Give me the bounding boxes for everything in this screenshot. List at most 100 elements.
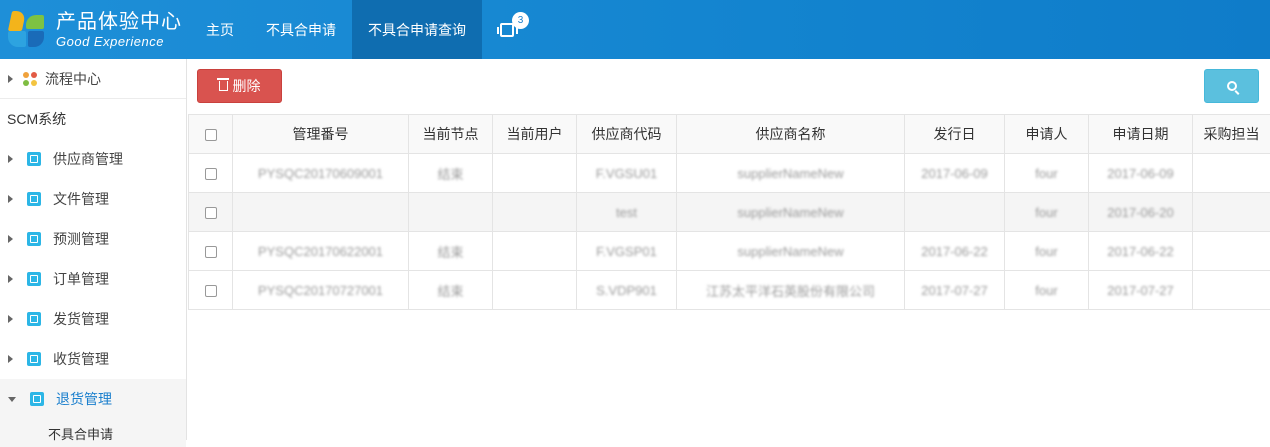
- nav-nonconformance-query[interactable]: 不具合申请查询: [352, 0, 482, 59]
- row-checkbox[interactable]: [205, 207, 217, 219]
- table-cell: PYSQC20170609001: [233, 154, 409, 193]
- table-cell: four: [1005, 271, 1089, 310]
- caret-right-icon: [8, 355, 13, 363]
- flow-center-icon: [23, 72, 37, 86]
- row-checkbox[interactable]: [205, 246, 217, 258]
- brand[interactable]: 产品体验中心 Good Experience: [0, 0, 190, 59]
- nav-home[interactable]: 主页: [190, 0, 250, 59]
- sidebar-item-label: 收货管理: [53, 349, 109, 369]
- main-content: 删除 管理番号 当前节点 当前用户 供应商代码 供应商名称 发行日 申请人 申请…: [188, 59, 1270, 440]
- caret-right-icon: [8, 75, 13, 83]
- brand-subtitle: Good Experience: [56, 35, 182, 48]
- table-cell: 江苏太平洋石英股份有限公司: [677, 271, 905, 310]
- caret-right-icon: [8, 155, 13, 163]
- table-cell: 结束: [409, 154, 493, 193]
- table-cell: 2017-06-09: [1089, 154, 1193, 193]
- sidebar-item-label: 供应商管理: [53, 149, 123, 169]
- table-cell: PYSQC20170622001: [233, 232, 409, 271]
- select-all-cell[interactable]: [189, 115, 233, 154]
- table-cell: 2017-07-27: [1089, 271, 1193, 310]
- row-checkbox[interactable]: [205, 168, 217, 180]
- sidebar: 流程中心 SCM系统 供应商管理 文件管理 预测管理 订单管理 发货管理 收货管…: [0, 59, 187, 440]
- row-select-cell[interactable]: [189, 193, 233, 232]
- row-checkbox[interactable]: [205, 285, 217, 297]
- caret-right-icon: [8, 275, 13, 283]
- column-header[interactable]: 发行日: [905, 115, 1005, 154]
- caret-down-icon: [8, 397, 16, 402]
- table-cell: 2017-06-09: [905, 154, 1005, 193]
- table-cell: [1193, 271, 1270, 310]
- column-header[interactable]: 申请日期: [1089, 115, 1193, 154]
- row-select-cell[interactable]: [189, 271, 233, 310]
- select-all-checkbox[interactable]: [205, 129, 217, 141]
- row-select-cell[interactable]: [189, 154, 233, 193]
- trash-icon: [219, 81, 228, 91]
- table-cell: [1193, 232, 1270, 271]
- records-table: 管理番号 当前节点 当前用户 供应商代码 供应商名称 发行日 申请人 申请日期 …: [188, 114, 1270, 310]
- nav-nonconformance-apply[interactable]: 不具合申请: [250, 0, 352, 59]
- table-cell: S.VDP901: [577, 271, 677, 310]
- table-cell: [409, 193, 493, 232]
- sidebar-subitem-nonconformance-apply[interactable]: 不具合申请: [0, 419, 186, 447]
- sidebar-item-label: 流程中心: [45, 69, 101, 89]
- sidebar-section-title: SCM系统: [0, 99, 186, 139]
- messages-button[interactable]: 3: [482, 0, 532, 59]
- table-cell: 2017-07-27: [905, 271, 1005, 310]
- row-select-cell[interactable]: [189, 232, 233, 271]
- messages-badge: 3: [512, 12, 529, 29]
- caret-right-icon: [8, 315, 13, 323]
- sidebar-item-flow-center[interactable]: 流程中心: [0, 59, 186, 99]
- table-cell: four: [1005, 232, 1089, 271]
- column-header[interactable]: 供应商代码: [577, 115, 677, 154]
- caret-right-icon: [8, 235, 13, 243]
- column-header[interactable]: 管理番号: [233, 115, 409, 154]
- column-header[interactable]: 采购担当: [1193, 115, 1270, 154]
- cube-icon: [27, 272, 41, 286]
- table-cell: [905, 193, 1005, 232]
- table-cell: supplierNameNew: [677, 193, 905, 232]
- sidebar-item-forecast[interactable]: 预测管理: [0, 219, 186, 259]
- cube-icon: [27, 352, 41, 366]
- brand-title: 产品体验中心: [56, 12, 182, 32]
- sidebar-item-returns[interactable]: 退货管理: [0, 379, 186, 419]
- table-cell: 2017-06-22: [1089, 232, 1193, 271]
- table-cell: [493, 154, 577, 193]
- sidebar-item-supplier[interactable]: 供应商管理: [0, 139, 186, 179]
- table-row[interactable]: PYSQC20170622001 结束 F.VGSP01 supplierNam…: [189, 232, 1270, 271]
- table-cell: [233, 193, 409, 232]
- search-button[interactable]: [1204, 69, 1259, 103]
- delete-button-label: 删除: [233, 76, 261, 96]
- brand-logo-icon: [6, 9, 48, 51]
- cube-icon: [27, 192, 41, 206]
- table-cell: [493, 193, 577, 232]
- table-cell: [1193, 193, 1270, 232]
- cube-icon: [27, 312, 41, 326]
- sidebar-item-order[interactable]: 订单管理: [0, 259, 186, 299]
- sidebar-item-label: 退货管理: [56, 389, 112, 409]
- column-header[interactable]: 申请人: [1005, 115, 1089, 154]
- sidebar-item-shipping[interactable]: 发货管理: [0, 299, 186, 339]
- table-cell: F.VGSP01: [577, 232, 677, 271]
- sidebar-item-receiving[interactable]: 收货管理: [0, 339, 186, 379]
- table-cell: [493, 232, 577, 271]
- sidebar-item-label: 预测管理: [53, 229, 109, 249]
- cube-icon: [27, 232, 41, 246]
- table-cell: 结束: [409, 271, 493, 310]
- caret-right-icon: [8, 195, 13, 203]
- sidebar-item-file[interactable]: 文件管理: [0, 179, 186, 219]
- table-header-row: 管理番号 当前节点 当前用户 供应商代码 供应商名称 发行日 申请人 申请日期 …: [189, 115, 1270, 154]
- table-cell: F.VGSU01: [577, 154, 677, 193]
- sidebar-item-label: 文件管理: [53, 189, 109, 209]
- delete-button[interactable]: 删除: [197, 69, 282, 103]
- search-icon: [1227, 81, 1237, 91]
- table-cell: 2017-06-22: [905, 232, 1005, 271]
- column-header[interactable]: 供应商名称: [677, 115, 905, 154]
- table-cell: [493, 271, 577, 310]
- table-row[interactable]: test supplierNameNew four 2017-06-20: [189, 193, 1270, 232]
- table-row[interactable]: PYSQC20170727001 结束 S.VDP901 江苏太平洋石英股份有限…: [189, 271, 1270, 310]
- sidebar-item-label: 发货管理: [53, 309, 109, 329]
- table-row[interactable]: PYSQC20170609001 结束 F.VGSU01 supplierNam…: [189, 154, 1270, 193]
- column-header[interactable]: 当前节点: [409, 115, 493, 154]
- table-cell: PYSQC20170727001: [233, 271, 409, 310]
- column-header[interactable]: 当前用户: [493, 115, 577, 154]
